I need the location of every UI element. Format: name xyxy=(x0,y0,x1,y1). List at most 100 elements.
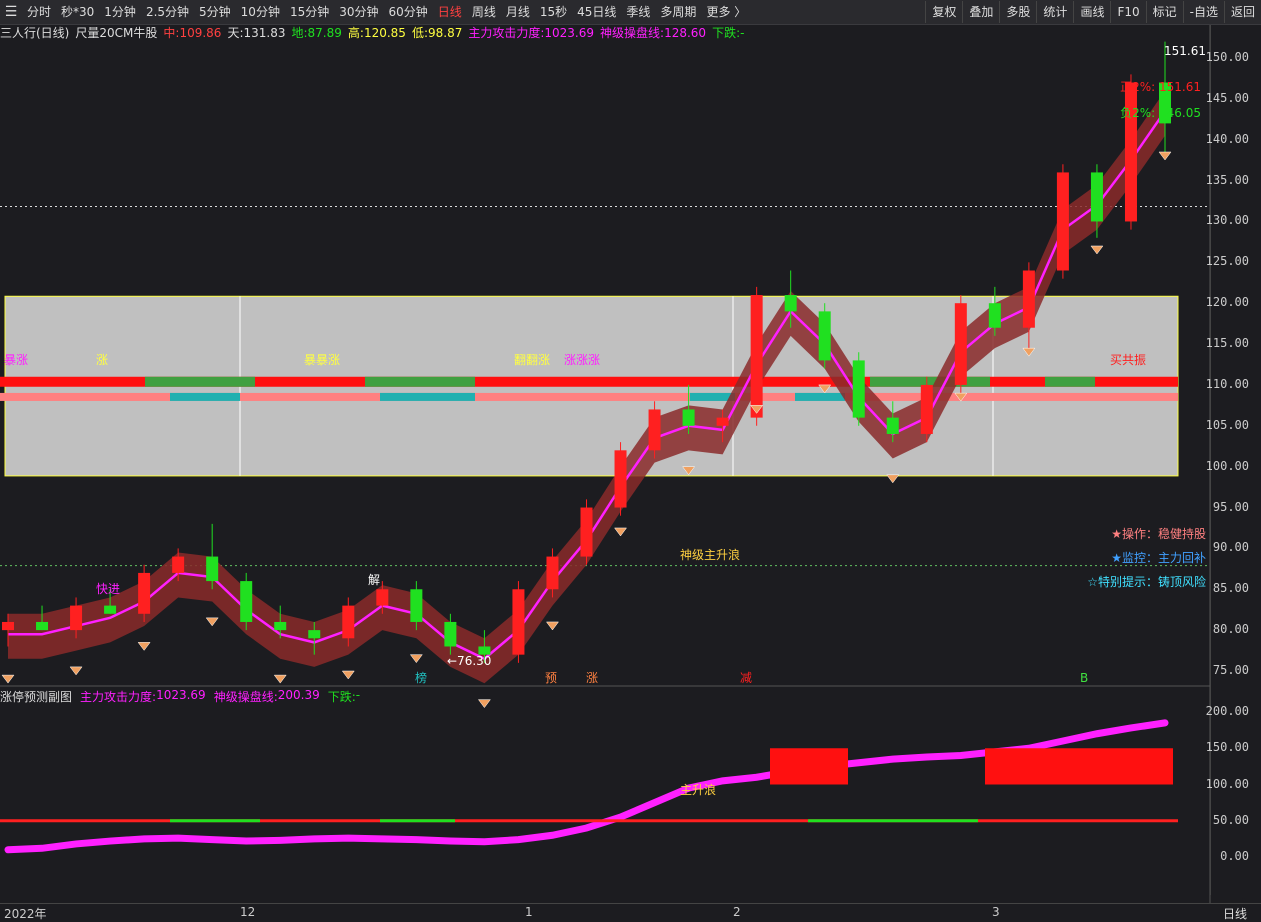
price-tick: 145.00 xyxy=(1205,90,1249,105)
signal-bar-green xyxy=(365,376,475,387)
date-axis: 2022年 12 1 2 3 日线 xyxy=(0,903,1261,921)
price-tick: 115.00 xyxy=(1205,336,1249,351)
sub-force-value: 1023.69 xyxy=(156,688,206,702)
diamond-marker xyxy=(545,621,559,631)
sub-force-label: 主力攻击力度: xyxy=(80,690,157,704)
diamond-marker xyxy=(614,527,628,537)
candle-body xyxy=(546,556,559,590)
candle-body xyxy=(376,589,389,606)
candle-body xyxy=(206,556,219,582)
candle-body xyxy=(308,630,321,639)
sub-tick: 0.00 xyxy=(1220,849,1249,863)
price-tick: 125.00 xyxy=(1205,254,1249,269)
price-tick: 110.00 xyxy=(1205,376,1249,391)
candle-body xyxy=(784,295,797,312)
sub-down-label: 下跌: xyxy=(327,690,356,704)
signal-bar-green xyxy=(145,376,255,387)
sub-ctrl-value: 200.39 xyxy=(277,688,320,702)
candle-body xyxy=(138,572,151,614)
max-price-label: 151.61 xyxy=(1164,44,1206,58)
diamond-marker xyxy=(205,617,219,627)
signal-bar-green xyxy=(1045,376,1095,387)
signal-bar-cyan xyxy=(380,392,475,401)
signal-bar-cyan xyxy=(170,392,240,401)
annotation-label: 快进 xyxy=(96,582,120,596)
wave-label: 神级主升浪 xyxy=(680,548,741,562)
candle-body xyxy=(580,507,593,557)
price-tick: 140.00 xyxy=(1205,131,1249,146)
diamond-marker xyxy=(137,642,151,651)
candle-body xyxy=(70,605,83,631)
diamond-marker xyxy=(273,674,287,684)
price-tick: 75.00 xyxy=(1212,663,1249,677)
price-tick: 105.00 xyxy=(1205,417,1249,432)
candle-body xyxy=(444,621,457,647)
price-tick: 130.00 xyxy=(1205,213,1249,228)
candle-body xyxy=(852,360,865,418)
candle-body xyxy=(954,303,967,385)
sub-ctrl-label: 神级操盘线: xyxy=(213,690,278,704)
price-tick: 85.00 xyxy=(1212,581,1249,596)
date-label: 3 xyxy=(992,905,1000,919)
neg2-label: 负2%: 146.05 xyxy=(1120,106,1201,120)
candle-body xyxy=(2,621,14,631)
annotation-label: 买共振 xyxy=(1110,353,1146,367)
annotation-label: 减 xyxy=(740,671,752,685)
candle-body xyxy=(682,409,695,426)
kline-chart[interactable]: 暴涨涨暴暴涨 涨涨涨翻翻涨 买共振快进解榜预涨减 B xyxy=(0,0,1261,920)
pos2-label: 正2%: 151.61 xyxy=(1120,80,1201,94)
monitor-note: ★监控：主力回补 xyxy=(1111,551,1206,565)
candle-body xyxy=(104,605,117,614)
candle-body xyxy=(1056,172,1069,271)
sub-ctrl-line xyxy=(4,719,1169,854)
price-axis: 150.00 145.00 140.00 135.00 130.00 125.00 120.… xyxy=(1206,25,1261,895)
sub-red-block xyxy=(985,748,1173,785)
annotation-label: 涨 xyxy=(586,670,598,685)
annotation-label: 榜 xyxy=(415,670,427,685)
diamond-marker xyxy=(477,699,491,709)
date-label: 12 xyxy=(240,905,256,919)
candle-body xyxy=(818,311,831,361)
annotation-label: 翻翻涨 xyxy=(514,352,550,367)
sub-tick: 100.00 xyxy=(1205,776,1249,791)
sub-title: 涨停预测副图 xyxy=(0,690,73,704)
candle-body xyxy=(36,621,49,631)
date-label: 1 xyxy=(525,905,533,919)
candle-body xyxy=(172,556,185,573)
price-tick: 100.00 xyxy=(1205,458,1249,473)
candle-body xyxy=(716,417,729,426)
annotation-label: 暴暴涨 xyxy=(304,352,340,367)
operation-note: ★操作：稳健持股 xyxy=(1111,527,1206,541)
annotation-label: B xyxy=(1080,671,1088,685)
candle-body xyxy=(410,589,423,622)
tip-note: ☆特别提示：铸顶风险 xyxy=(1087,575,1206,589)
sub-down-value: - xyxy=(355,688,361,702)
diamond-marker xyxy=(409,654,423,664)
sub-info-bar: 涨停预测副图 主力攻击力度: 1023.69 神级操盘线: 200.39 下跌: - xyxy=(0,688,360,704)
sub-red-block xyxy=(770,748,848,785)
price-tick: 80.00 xyxy=(1212,622,1249,637)
candle-body xyxy=(342,605,355,639)
candle-body xyxy=(614,450,627,508)
candle-body xyxy=(648,409,661,451)
diamond-marker xyxy=(1,674,15,684)
price-tick: 95.00 xyxy=(1212,499,1249,514)
candle-body xyxy=(1090,172,1103,222)
candle-body xyxy=(920,384,933,434)
annotation-label: 预 xyxy=(545,671,557,685)
diamond-marker xyxy=(1158,151,1172,161)
candle-body xyxy=(512,589,525,655)
candle-body xyxy=(886,417,899,434)
price-tick: 135.00 xyxy=(1205,172,1249,187)
date-label: 2022年 xyxy=(4,907,47,921)
diamond-marker xyxy=(69,666,83,676)
price-tick: 120.00 xyxy=(1205,295,1249,310)
date-label: 2 xyxy=(733,905,741,919)
price-tick: 90.00 xyxy=(1212,540,1249,555)
candle-body xyxy=(274,621,287,631)
annotation-label: 涨涨涨 xyxy=(564,352,600,367)
annotation-label: 暴涨 xyxy=(4,352,28,367)
candle-body xyxy=(1022,270,1035,328)
timeframe-label: 日线 xyxy=(1222,907,1247,921)
candle-body xyxy=(988,303,1001,328)
